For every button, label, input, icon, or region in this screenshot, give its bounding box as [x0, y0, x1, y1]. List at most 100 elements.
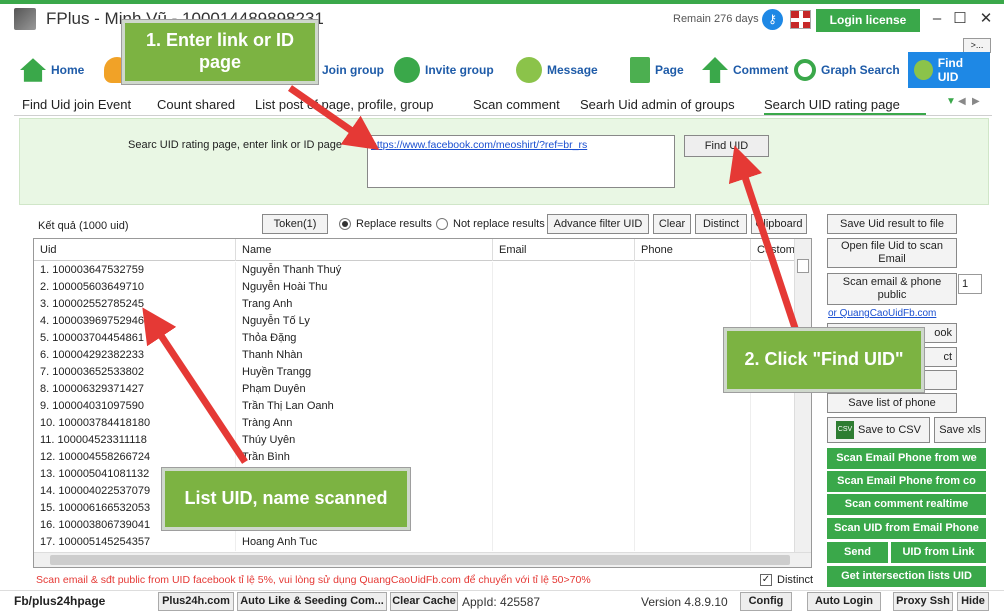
column-custom[interactable]: Custom	[751, 239, 796, 261]
tab-message[interactable]: Message	[516, 52, 598, 88]
table-row[interactable]: 7. 100003652533802 Huyền Trangg	[34, 364, 796, 381]
plus24h-button[interactable]: Plus24h.com	[158, 592, 234, 611]
table-row[interactable]: 15. 100006166532053	[34, 500, 796, 517]
column-email[interactable]: Email	[493, 239, 635, 261]
table-cell	[493, 279, 635, 296]
tab-home[interactable]: Home	[20, 52, 84, 88]
subtab-search-uid-rating-page[interactable]: Search UID rating page	[764, 97, 926, 115]
table-cell	[635, 262, 751, 279]
subtab-scroll-right-icon[interactable]: ▶	[972, 96, 980, 107]
table-cell	[635, 398, 751, 415]
maximize-button[interactable]: ☐	[951, 9, 969, 29]
minimize-button[interactable]: –	[928, 9, 946, 29]
csv-icon: CSV	[836, 421, 854, 440]
table-row[interactable]: 14. 100004022537079	[34, 483, 796, 500]
page-link-input[interactable]: https://www.facebook.com/meoshirt/?ref=b…	[367, 135, 675, 188]
table-row[interactable]: 6. 100004292382233 Thanh Nhàn	[34, 347, 796, 364]
not-replace-results-radio[interactable]	[436, 218, 448, 230]
column-uid[interactable]: Uid	[34, 239, 236, 261]
table-cell	[751, 517, 796, 534]
scan-email-phone-from-web-button[interactable]: Scan Email Phone from we	[827, 448, 986, 469]
table-row[interactable]: 5. 100003704454861 Thỏa Đặng	[34, 330, 796, 347]
save-phone-button[interactable]: Save list of phone	[827, 393, 957, 413]
search-icon	[794, 59, 816, 81]
key-icon[interactable]: ⚷	[762, 9, 783, 30]
auto-login-button[interactable]: Auto Login	[807, 592, 881, 611]
table-cell	[493, 347, 635, 364]
subtab-scroll-left-icon[interactable]: ◀	[958, 96, 966, 107]
table-row[interactable]: 16. 100003806739041	[34, 517, 796, 534]
horizontal-scrollbar[interactable]	[34, 552, 811, 567]
table-cell	[635, 449, 751, 466]
replace-results-radio[interactable]	[339, 218, 351, 230]
proxy-ssh-button[interactable]: Proxy Ssh	[893, 592, 953, 611]
tab-find-uid[interactable]: Find UID	[908, 52, 990, 88]
tab-invite-group[interactable]: Invite group	[394, 52, 494, 88]
uk-flag-icon[interactable]	[790, 10, 811, 29]
hide-button[interactable]: Hide	[957, 592, 989, 611]
table-row[interactable]: 3. 100002552785245 Trang Anh	[34, 296, 796, 313]
table-row[interactable]: 10. 100003784418180 Tràng Ann	[34, 415, 796, 432]
advance-filter-button[interactable]: Advance filter UID	[547, 214, 649, 234]
table-row[interactable]: 1. 100003647532759 Nguyễn Thanh Thuý	[34, 262, 796, 279]
config-button[interactable]: Config	[740, 592, 792, 611]
save-uid-button[interactable]: Save Uid result to file	[827, 214, 957, 234]
uid-results-table[interactable]: Uid Name Email Phone Custom 1. 100003647…	[33, 238, 812, 568]
table-row[interactable]: 12. 100004558266724 Trần Bình	[34, 449, 796, 466]
table-row[interactable]: 11. 100004523311118 Thúy Uyên	[34, 432, 796, 449]
thread-count-stepper[interactable]: 1	[958, 274, 982, 294]
table-cell	[493, 534, 635, 551]
scan-uid-from-email-phone-button[interactable]: Scan UID from Email Phone	[827, 518, 986, 539]
column-name[interactable]: Name	[236, 239, 493, 261]
subtab-find-uid-join-event[interactable]: Find Uid join Event	[22, 97, 131, 112]
subtab-scroll-down-icon[interactable]: ▼	[946, 96, 956, 107]
not-replace-results-label: Not replace results	[453, 218, 545, 230]
table-cell: 4. 100003969752946	[34, 313, 236, 330]
vertical-scrollbar[interactable]	[794, 239, 811, 552]
scan-email-phone-from-comment-button[interactable]: Scan Email Phone from co	[827, 471, 986, 492]
table-cell	[751, 262, 796, 279]
vertical-scroll-thumb[interactable]	[797, 259, 809, 273]
tab-page[interactable]: Page	[630, 52, 684, 88]
find-uid-button[interactable]: Find UID	[684, 135, 769, 157]
table-row[interactable]: 9. 100004031097590 Trần Thị Lan Oanh	[34, 398, 796, 415]
clipboard-button[interactable]: Clipboard	[751, 214, 807, 234]
send-button[interactable]: Send	[827, 542, 888, 563]
clear-cache-button[interactable]: Clear Cache	[390, 592, 458, 611]
auto-like-seeding-button[interactable]: Auto Like & Seeding Com...	[237, 592, 387, 611]
tab-join-group[interactable]: Join group	[322, 52, 384, 88]
tab-comment[interactable]: Comment	[702, 52, 788, 88]
uid-from-link-button[interactable]: UID from Link	[891, 542, 986, 563]
get-intersection-lists-button[interactable]: Get intersection lists UID	[827, 566, 986, 587]
login-license-button[interactable]: Login license	[816, 9, 920, 32]
table-cell	[493, 449, 635, 466]
table-row[interactable]: 17. 100005145254357 Hoang Anh Tuc	[34, 534, 796, 551]
distinct-button[interactable]: Distinct	[695, 214, 747, 234]
callout-enter-link: 1. Enter link or ID page	[122, 20, 318, 84]
table-row[interactable]: 8. 100006329371427 Phạm Duyên	[34, 381, 796, 398]
table-row[interactable]: 2. 100005603649710 Nguyễn Hoài Thu	[34, 279, 796, 296]
subtab-search-uid-admin[interactable]: Searh Uid admin of groups	[580, 97, 735, 112]
scan-email-phone-button[interactable]: Scan email & phone public	[827, 273, 957, 305]
quangcaouidfb-link[interactable]: or QuangCaoUidFb.com	[828, 308, 936, 319]
table-cell	[635, 466, 751, 483]
table-row[interactable]: 4. 100003969752946 Nguyễn Tố Ly	[34, 313, 796, 330]
distinct-checkbox[interactable]: ✓	[760, 574, 772, 586]
close-button[interactable]: ✕	[977, 9, 995, 29]
subtab-scan-comment[interactable]: Scan comment	[473, 97, 560, 112]
table-cell: 3. 100002552785245	[34, 296, 236, 313]
scan-comment-realtime-button[interactable]: Scan comment realtime	[827, 494, 986, 515]
save-csv-button[interactable]: CSV Save to CSV	[827, 417, 930, 443]
open-file-uid-button[interactable]: Open file Uid to scan Email	[827, 238, 957, 268]
subtab-count-shared[interactable]: Count shared	[157, 97, 235, 112]
more-tabs-button[interactable]: >...	[963, 38, 991, 53]
subtab-list-post[interactable]: List post of page, profile, group	[255, 97, 434, 112]
table-row[interactable]: 13. 100005041081132	[34, 466, 796, 483]
column-phone[interactable]: Phone	[635, 239, 751, 261]
token-button[interactable]: Token(1)	[262, 214, 328, 234]
horizontal-scroll-thumb[interactable]	[50, 555, 790, 565]
clear-button[interactable]: Clear	[653, 214, 691, 234]
tab-graph-search[interactable]: Graph Search	[794, 52, 900, 88]
table-cell: 1. 100003647532759	[34, 262, 236, 279]
save-xls-button[interactable]: Save xls	[934, 417, 986, 443]
